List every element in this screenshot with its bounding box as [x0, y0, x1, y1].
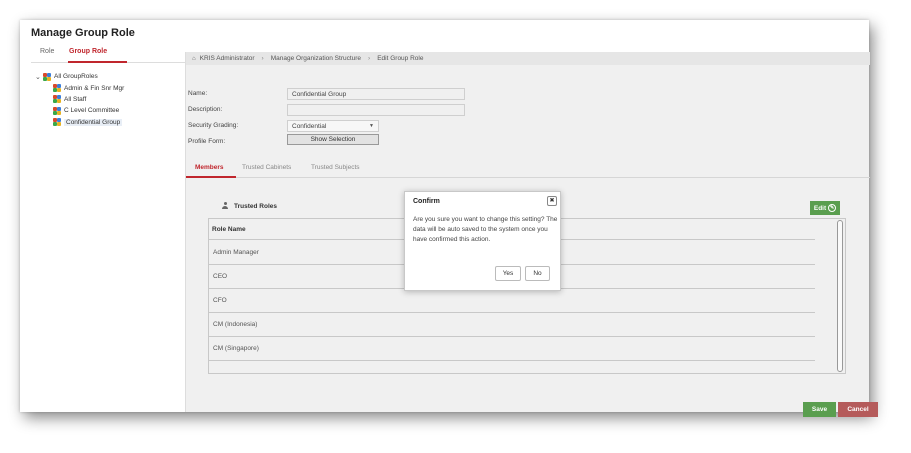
cancel-button[interactable]: Cancel	[838, 402, 878, 417]
table-row[interactable]: CFO	[209, 289, 815, 313]
vertical-scrollbar[interactable]	[837, 220, 843, 372]
tree-item[interactable]: C Level Committee	[35, 105, 185, 116]
tab-trusted-cabinets[interactable]: Trusted Cabinets	[242, 164, 291, 171]
security-grading-value: Confidential	[292, 123, 327, 130]
breadcrumb-item[interactable]: KRIS Administrator	[200, 55, 255, 62]
tree-item-label: All Staff	[64, 95, 87, 103]
name-field[interactable]: Confidential Group	[287, 88, 465, 100]
chevron-right-icon: ›	[368, 55, 371, 62]
tab-role[interactable]: Role	[40, 48, 54, 55]
tab-group-role[interactable]: Group Role	[69, 48, 107, 55]
group-role-tree: ⌄ All GroupRoles Admin & Fin Snr Mgr All…	[35, 71, 185, 128]
yes-button[interactable]: Yes	[495, 266, 521, 281]
group-icon	[53, 106, 61, 115]
dropdown-caret-icon: ▼	[369, 123, 374, 129]
chevron-down-icon[interactable]: ⌄	[35, 73, 43, 81]
group-icon	[43, 72, 51, 81]
table-row[interactable]: CM (Singapore)	[209, 337, 815, 361]
trusted-roles-title: Trusted Roles	[234, 202, 277, 210]
close-icon[interactable]: ✖	[547, 196, 557, 206]
active-tab-indicator	[68, 61, 127, 63]
group-icon	[53, 95, 61, 104]
page-title: Manage Group Role	[31, 27, 135, 39]
detail-tab-bar: Members Trusted Cabinets Trusted Subject…	[186, 156, 870, 178]
save-button[interactable]: Save	[803, 402, 836, 417]
home-icon[interactable]: ⌂	[192, 56, 196, 62]
breadcrumb-item-current: Edit Group Role	[377, 55, 424, 62]
edit-button[interactable]: Edit ✎	[810, 201, 840, 215]
active-tab-indicator	[186, 176, 236, 178]
tab-trusted-subjects[interactable]: Trusted Subjects	[311, 164, 360, 171]
tree-root-label: All GroupRoles	[54, 73, 98, 81]
chevron-right-icon: ›	[261, 55, 264, 62]
dialog-message: Are you sure you want to change this set…	[413, 216, 558, 243]
confirm-dialog: Confirm ✖ Are you sure you want to chang…	[404, 191, 561, 291]
tree-item-label: Admin & Fin Snr Mgr	[64, 84, 125, 92]
breadcrumb: ⌂ KRIS Administrator › Manage Organizati…	[186, 52, 870, 65]
tree-root[interactable]: ⌄ All GroupRoles	[35, 71, 185, 82]
profile-form-label: Profile Form:	[188, 138, 226, 145]
dialog-title: Confirm	[413, 198, 440, 205]
table-row[interactable]: CM (Indonesia)	[209, 313, 815, 337]
edit-label: Edit	[813, 204, 827, 212]
security-grading-label: Security Grading:	[188, 122, 239, 129]
description-field[interactable]	[287, 104, 465, 116]
group-icon	[53, 118, 61, 127]
show-selection-button[interactable]: Show Selection	[287, 134, 379, 145]
person-icon	[222, 202, 228, 210]
tree-item-label: Confidential Group	[64, 118, 123, 126]
tree-item[interactable]: All Staff	[35, 94, 185, 105]
name-label: Name:	[188, 90, 208, 97]
group-icon	[53, 84, 61, 93]
edit-icon: ✎	[828, 204, 837, 212]
trusted-roles-heading: Trusted Roles	[222, 202, 277, 210]
breadcrumb-item[interactable]: Manage Organization Structure	[271, 55, 361, 62]
tab-members[interactable]: Members	[195, 164, 224, 171]
tree-item[interactable]: Admin & Fin Snr Mgr	[35, 82, 185, 93]
no-button[interactable]: No	[525, 266, 550, 281]
description-label: Description:	[188, 106, 223, 113]
tree-item-label: C Level Committee	[64, 107, 120, 115]
security-grading-select[interactable]: Confidential ▼	[287, 120, 379, 132]
tree-item-selected[interactable]: Confidential Group	[35, 117, 185, 128]
left-tab-bar: Role Group Role	[31, 45, 185, 63]
